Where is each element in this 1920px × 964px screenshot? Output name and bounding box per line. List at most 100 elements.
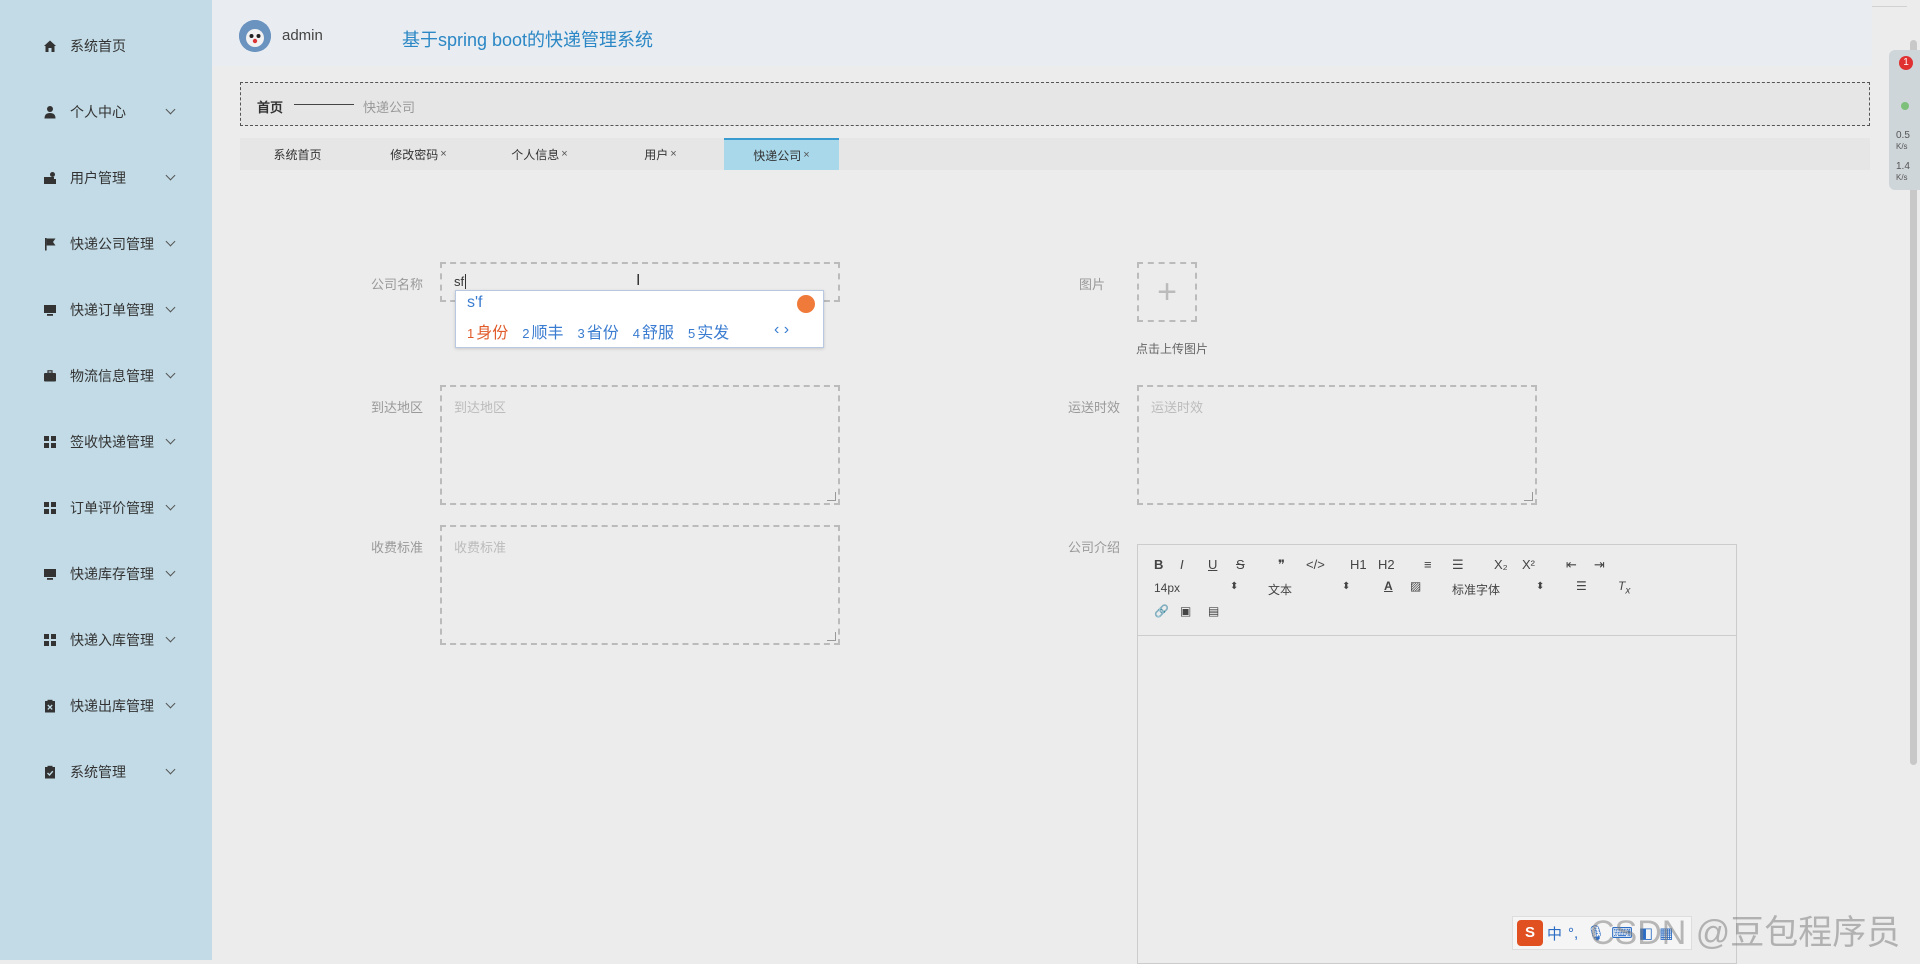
ime-candidate[interactable]: 5 实发 — [688, 325, 729, 342]
font-family-select[interactable]: 标准字体 — [1452, 581, 1500, 598]
sidebar-item-label: 订单评价管理 — [70, 500, 154, 516]
font-size-select[interactable]: 14px — [1154, 581, 1180, 595]
ime-candidate[interactable]: 3 省份 — [578, 325, 619, 342]
code-icon[interactable]: </> — [1306, 557, 1325, 572]
ime-candidate-number: 1 — [467, 326, 475, 341]
sidebar-item[interactable]: 签收快递管理 — [0, 427, 212, 457]
tab[interactable]: 快递公司 × — [724, 138, 839, 170]
subscript-icon[interactable]: X₂ — [1494, 557, 1508, 572]
sidebar-item[interactable]: 系统首页 — [0, 31, 212, 61]
ime-lang[interactable]: 中 — [1547, 923, 1562, 944]
sidebar-item[interactable]: 快递出库管理 — [0, 691, 212, 721]
sidebar-item-label: 系统首页 — [70, 38, 126, 54]
sidebar-item-label: 快递库存管理 — [70, 566, 154, 582]
video-icon[interactable]: ▤ — [1208, 604, 1219, 618]
heading2-icon[interactable]: H2 — [1378, 557, 1395, 572]
intro-label: 公司介绍 — [1067, 540, 1120, 555]
close-icon[interactable]: × — [803, 149, 809, 161]
link-icon[interactable]: 🔗 — [1154, 604, 1169, 618]
quote-icon[interactable]: ❞ — [1278, 557, 1285, 573]
tab[interactable]: 系统首页 — [240, 138, 355, 170]
company-name-label: 公司名称 — [370, 277, 423, 292]
ime-candidate-text: 顺丰 — [531, 325, 564, 342]
rich-text-editor[interactable]: 14px ⬍ 文本 ⬍ A ▨ 标准字体 ⬍ ☰ Tx 🔗 ▣ ▤ B I U S ❞ <… — [1137, 544, 1737, 964]
resize-handle[interactable] — [827, 492, 836, 501]
region-textarea[interactable]: 到达地区 — [440, 385, 840, 505]
ime-candidate-number: 5 — [688, 326, 696, 341]
editor-toolbar: 14px ⬍ 文本 ⬍ A ▨ 标准字体 ⬍ ☰ Tx 🔗 ▣ ▤ B I U S ❞ <… — [1138, 545, 1736, 636]
superscript-icon[interactable]: X² — [1522, 557, 1535, 572]
briefcase-icon — [42, 369, 57, 384]
block-type-select[interactable]: 文本 — [1268, 581, 1292, 598]
fee-textarea[interactable]: 收费标准 — [440, 525, 840, 645]
close-icon[interactable]: × — [561, 148, 567, 160]
resize-handle[interactable] — [827, 632, 836, 641]
sidebar-item-label: 快递入库管理 — [70, 632, 154, 648]
home-icon — [42, 39, 57, 54]
ime-candidate[interactable]: 2 顺丰 — [522, 325, 563, 342]
close-icon[interactable]: × — [670, 148, 676, 160]
close-icon[interactable]: × — [440, 148, 446, 160]
background-color-icon[interactable]: ▨ — [1410, 579, 1421, 593]
sidebar-item[interactable]: 用户管理 — [0, 163, 212, 193]
ime-candidate-text: 身份 — [476, 325, 509, 342]
upload-speed: 0.5 — [1896, 130, 1910, 141]
image-label: 图片 — [1078, 277, 1105, 292]
font-color-icon[interactable]: A — [1384, 579, 1393, 593]
ime-candidate-text: 舒服 — [641, 325, 674, 342]
clear-format-icon[interactable]: Tx — [1618, 579, 1630, 596]
tab-label: 用户 — [644, 147, 669, 162]
timeliness-textarea[interactable]: 运送时效 — [1137, 385, 1537, 505]
heading1-icon[interactable]: H1 — [1350, 557, 1367, 572]
bullet-list-icon[interactable]: ☰ — [1452, 557, 1464, 573]
user-icon — [42, 105, 57, 120]
upload-hint: 点击上传图片 — [1136, 342, 1209, 356]
sidebar-item[interactable]: 快递订单管理 — [0, 295, 212, 325]
resize-handle[interactable] — [1524, 492, 1533, 501]
tab[interactable]: 修改密码 × — [361, 138, 476, 170]
ime-punct[interactable]: °, — [1568, 925, 1578, 942]
plus-icon: + — [1157, 272, 1177, 311]
grid-icon — [42, 633, 57, 648]
chevron-down-icon — [165, 698, 176, 709]
indent-icon[interactable]: ⇥ — [1594, 557, 1605, 573]
sidebar-item[interactable]: 物流信息管理 — [0, 361, 212, 391]
sogou-s-icon: S — [1517, 920, 1543, 946]
chevron-down-icon — [165, 104, 176, 115]
italic-icon[interactable]: I — [1180, 557, 1184, 572]
strikethrough-icon[interactable]: S — [1236, 557, 1245, 572]
region-placeholder: 到达地区 — [454, 400, 507, 415]
ime-composition: s'f — [467, 294, 483, 311]
chevron-down-icon — [165, 434, 176, 445]
ime-candidate[interactable]: 1 身份 — [467, 325, 508, 342]
chevron-down-icon — [165, 170, 176, 181]
ordered-list-icon[interactable]: ≡ — [1424, 557, 1432, 572]
tab-label: 个人信息 — [511, 147, 560, 162]
download-speed-unit: K/s — [1896, 173, 1908, 182]
sidebar-item[interactable]: 订单评价管理 — [0, 493, 212, 523]
download-speed: 1.4 — [1896, 161, 1910, 172]
tab-label: 系统首页 — [273, 147, 322, 162]
sidebar-item[interactable]: 快递库存管理 — [0, 559, 212, 589]
avatar[interactable] — [239, 20, 271, 52]
sidebar-item[interactable]: 快递公司管理 — [0, 229, 212, 259]
sidebar-item[interactable]: 系统管理 — [0, 757, 212, 787]
tab-label: 快递公司 — [753, 148, 802, 163]
upload-image-button[interactable]: + — [1137, 262, 1197, 322]
underline-icon[interactable]: U — [1208, 557, 1217, 572]
sidebar-item-label: 用户管理 — [70, 170, 126, 186]
breadcrumb-home[interactable]: 首页 — [257, 97, 283, 116]
bold-icon[interactable]: B — [1154, 557, 1163, 572]
tab[interactable]: 个人信息 × — [482, 138, 597, 170]
tab-label: 修改密码 — [390, 147, 439, 162]
network-speed-widget[interactable]: 1 0.5 K/s 1.4 K/s — [1889, 50, 1920, 190]
sidebar-item[interactable]: 快递入库管理 — [0, 625, 212, 655]
timeliness-placeholder: 运送时效 — [1151, 400, 1204, 415]
ime-page-arrows[interactable]: ‹ › — [774, 321, 789, 339]
sidebar-item[interactable]: 个人中心 — [0, 97, 212, 127]
image-icon[interactable]: ▣ — [1180, 604, 1191, 618]
ime-candidate[interactable]: 4 舒服 — [633, 325, 674, 342]
outdent-icon[interactable]: ⇤ — [1566, 557, 1577, 573]
align-left-icon[interactable]: ☰ — [1576, 579, 1587, 593]
tab[interactable]: 用户 × — [603, 138, 718, 170]
